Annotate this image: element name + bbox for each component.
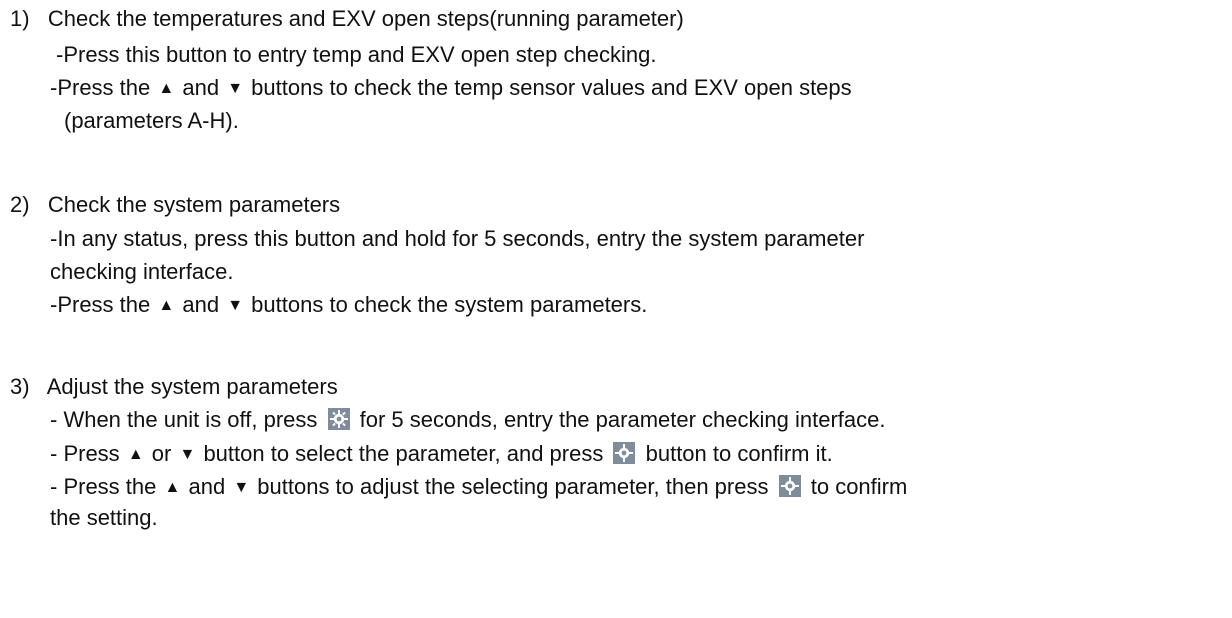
section-1-number: 1) [10,6,30,31]
section-3-line-2: - Press ▲ or ▼ button to select the para… [50,439,833,469]
text: for 5 seconds, entry the parameter check… [359,407,886,432]
text: - Press [50,441,120,466]
section-2-heading: 2) Check the system parameters [10,190,340,220]
section-2-number: 2) [10,192,30,217]
text: button to confirm it. [645,441,833,466]
gear-button-icon [613,442,636,464]
text: or [151,441,172,466]
text: -Press the [50,75,151,100]
section-3-title: Adjust the system parameters [46,374,338,399]
section-1-heading: 1) Check the temperatures and EXV open s… [10,4,684,34]
text: -Press the [50,292,151,317]
section-2-line-2: checking interface. [50,259,234,284]
up-arrow-icon: ▲ [127,446,144,463]
section-2-line-1: -In any status, press this button and ho… [50,226,865,251]
up-arrow-icon: ▲ [164,479,181,496]
down-arrow-icon: ▼ [227,80,244,97]
text: buttons to adjust the selecting paramete… [257,474,769,499]
text: and [182,75,220,100]
gear-button-icon [778,475,801,497]
text: and [182,292,220,317]
section-1-line-2: -Press the ▲ and ▼ buttons to check the … [50,73,852,103]
section-1-line-1: -Press this button to entry temp and EXV… [56,42,657,67]
text: and [188,474,226,499]
down-arrow-icon: ▼ [179,446,196,463]
down-arrow-icon: ▼ [233,479,250,496]
text: button to select the parameter, and pres… [203,441,604,466]
text: - Press the [50,474,157,499]
up-arrow-icon: ▲ [158,80,175,97]
section-2-title: Check the system parameters [47,192,341,217]
down-arrow-icon: ▼ [227,297,244,314]
section-2-line-3: -Press the ▲ and ▼ buttons to check the … [50,290,647,320]
up-arrow-icon: ▲ [158,297,175,314]
text: buttons to check the temp sensor values … [251,75,852,100]
gear-button-icon [327,408,350,430]
text: buttons to check the system parameters. [251,292,648,317]
section-3-number: 3) [10,374,30,399]
section-3-line-4: the setting. [50,505,158,530]
section-1-title: Check the temperatures and EXV open step… [47,6,684,31]
section-3-heading: 3) Adjust the system parameters [10,372,338,402]
text: - When the unit is off, press [50,407,318,432]
text: to confirm [810,474,908,499]
section-1-line-3: (parameters A-H). [64,108,239,133]
section-3-line-1: - When the unit is off, press for 5 seco… [50,405,885,435]
section-3-line-3: - Press the ▲ and ▼ buttons to adjust th… [50,472,907,502]
